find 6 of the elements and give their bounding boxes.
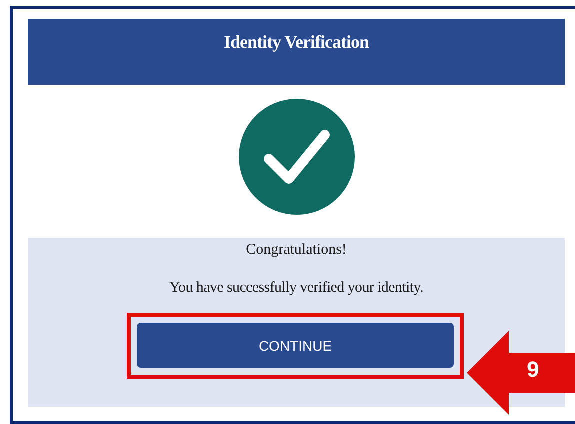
continue-button[interactable]: CONTINUE (137, 323, 454, 368)
step-number: 9 (527, 359, 540, 381)
success-heading: Congratulations! (246, 242, 347, 259)
success-message: You have successfully verified your identity. (170, 280, 424, 297)
dialog-title: Identity Verification (224, 32, 369, 54)
checkmark-icon (238, 99, 354, 215)
